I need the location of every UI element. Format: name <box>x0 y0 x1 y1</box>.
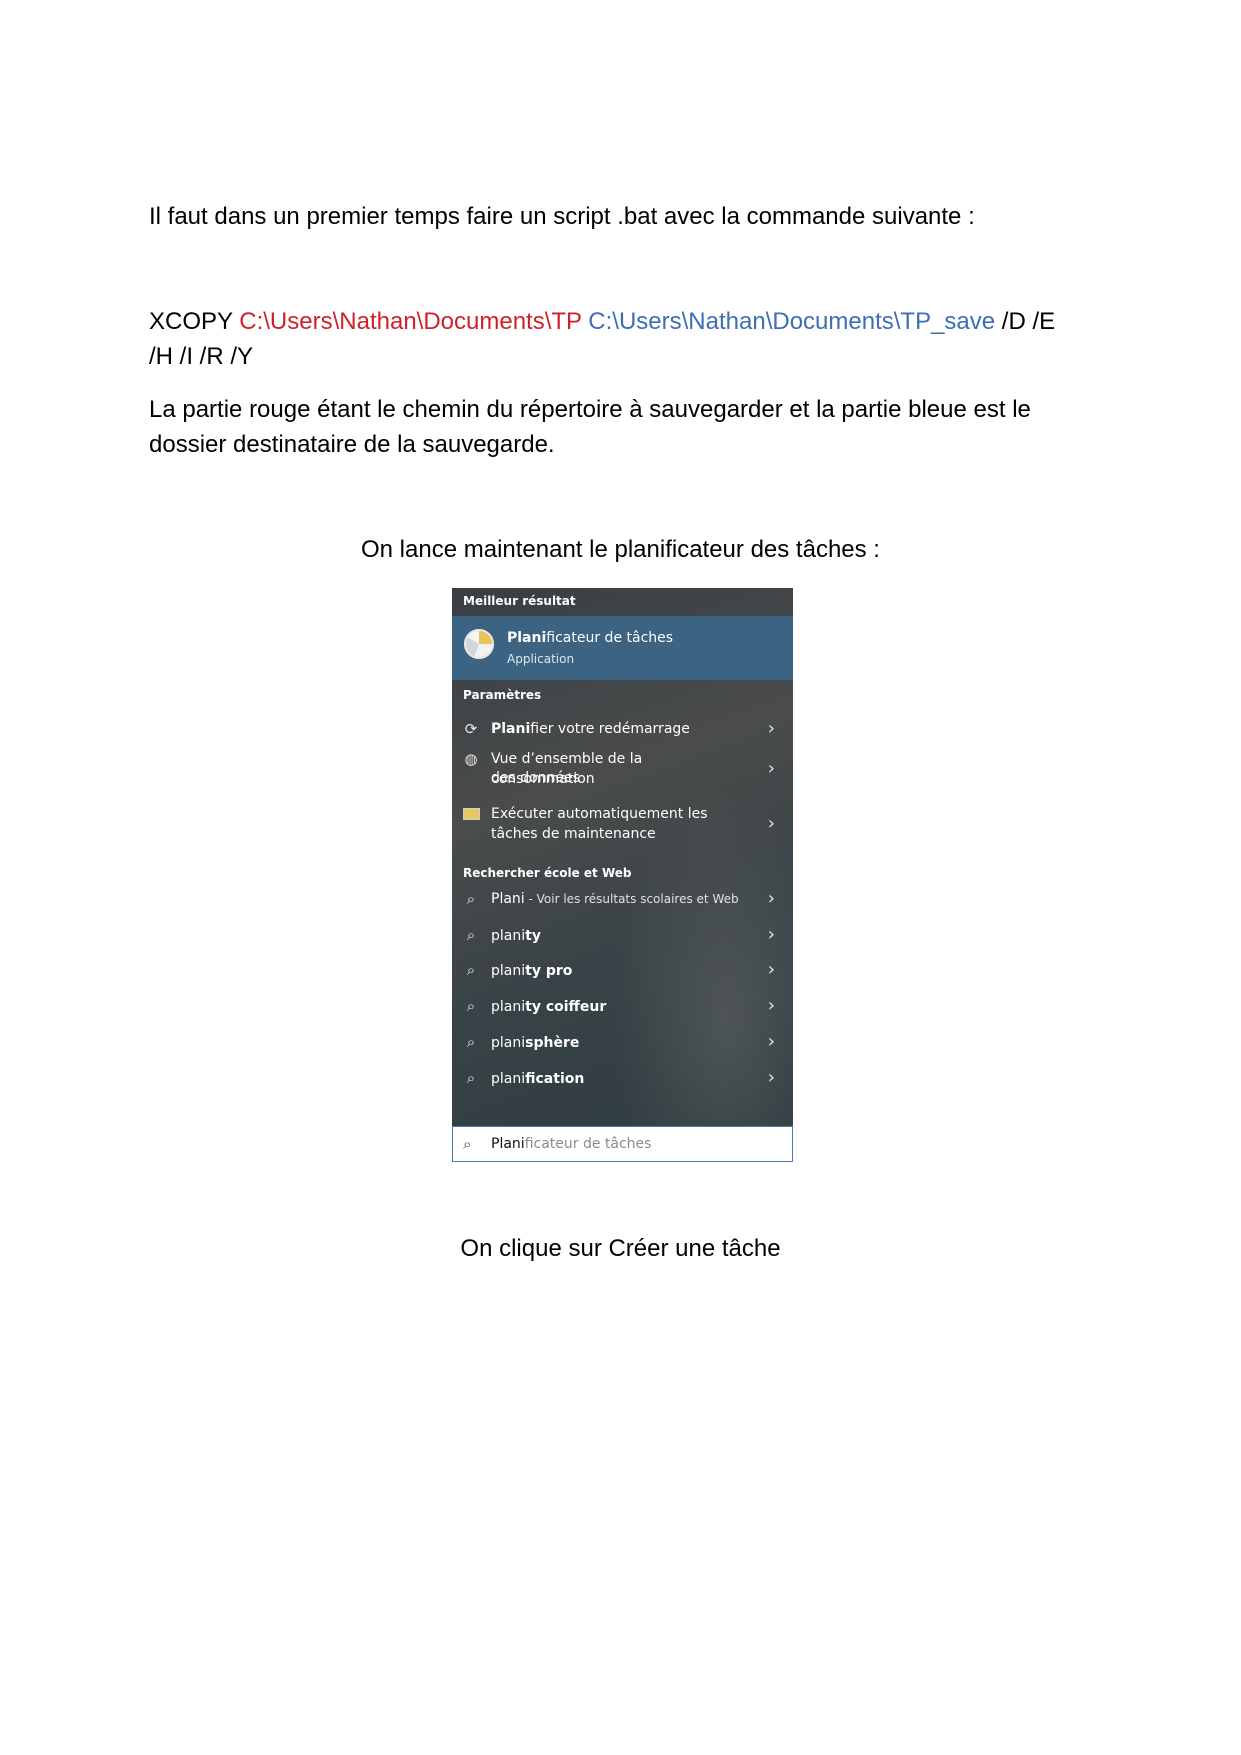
explanation-line-2: dossier destinataire de la sauvegarde. <box>149 431 555 458</box>
xcopy-command: XCOPY C:\Users\Nathan\Documents\TP C:\Us… <box>149 304 1099 339</box>
step-create-text: On clique sur Créer une tâche <box>460 1235 781 1262</box>
web-suggestion-plani[interactable]: ⌕ Plani - Voir les résultats scolaires e… <box>452 884 793 914</box>
search-icon: ⌕ <box>466 890 476 908</box>
search-icon: ⌕ <box>466 997 476 1015</box>
task-scheduler-icon <box>464 629 494 659</box>
destination-path: C:\Users\Nathan\Documents\TP_save <box>588 308 996 335</box>
settings-item-maintenance[interactable]: Exécuter automatiquement les tâches de m… <box>452 803 793 845</box>
refresh-icon: ⟳ <box>464 720 478 738</box>
web-suggestion-planity[interactable]: ⌕ planity › <box>452 920 793 950</box>
search-icon: ⌕ <box>466 1069 476 1087</box>
web-suggestion-planisphere[interactable]: ⌕ planisphère › <box>452 1027 793 1057</box>
search-icon: ⌕ <box>463 1135 472 1153</box>
command-flags-1: /D /E <box>1001 308 1056 335</box>
chevron-right-icon: › <box>767 888 775 909</box>
chevron-right-icon: › <box>767 1067 775 1088</box>
settings-item-label: Exécuter automatiquement les <box>491 806 708 822</box>
web-suggestion-planification[interactable]: ⌕ planification › <box>452 1063 793 1093</box>
best-result-item[interactable]: Planificateur de tâches Application <box>452 616 793 680</box>
globe-icon: ◍ <box>464 750 478 768</box>
search-input[interactable]: ⌕ Planificateur de tâches <box>452 1126 793 1162</box>
chevron-right-icon: › <box>767 718 775 739</box>
web-suggestion-planity-pro[interactable]: ⌕ planity pro › <box>452 955 793 985</box>
intro-paragraph: Il faut dans un premier temps faire un s… <box>149 203 975 230</box>
web-suggestion-planity-coiffeur[interactable]: ⌕ planity coiffeur › <box>452 991 793 1021</box>
settings-item-data-usage[interactable]: ◍ Vue d’ensemble de la consommation des … <box>452 748 793 790</box>
search-icon: ⌕ <box>466 961 476 979</box>
best-result-title: Planificateur de tâches <box>507 630 674 646</box>
settings-item-restart[interactable]: ⟳ Planifier votre redémarrage › <box>452 714 793 744</box>
search-icon: ⌕ <box>466 926 476 944</box>
settings-item-label: tâches de maintenance <box>491 826 656 842</box>
settings-item-label: des données <box>491 770 580 786</box>
explanation-line-1: La partie rouge étant le chemin du réper… <box>149 396 1031 423</box>
windows-search-panel: Meilleur résultat Planificateur de tâche… <box>452 588 793 1162</box>
step-launch-text: On lance maintenant le planificateur des… <box>361 536 880 563</box>
chevron-right-icon: › <box>767 1031 775 1052</box>
chevron-right-icon: › <box>767 758 775 779</box>
best-result-subtitle: Application <box>507 652 575 666</box>
best-result-header: Meilleur résultat <box>463 594 576 608</box>
command-name: XCOPY <box>149 308 233 335</box>
source-path: C:\Users\Nathan\Documents\TP <box>239 308 582 335</box>
chevron-right-icon: › <box>767 959 775 980</box>
web-search-header: Rechercher école et Web <box>463 866 632 880</box>
command-flags-2: /H /I /R /Y <box>149 343 254 370</box>
search-icon: ⌕ <box>466 1033 476 1051</box>
chevron-right-icon: › <box>767 813 775 834</box>
chevron-right-icon: › <box>767 995 775 1016</box>
chevron-right-icon: › <box>767 924 775 945</box>
maintenance-icon <box>462 804 480 822</box>
settings-header: Paramètres <box>463 688 542 702</box>
